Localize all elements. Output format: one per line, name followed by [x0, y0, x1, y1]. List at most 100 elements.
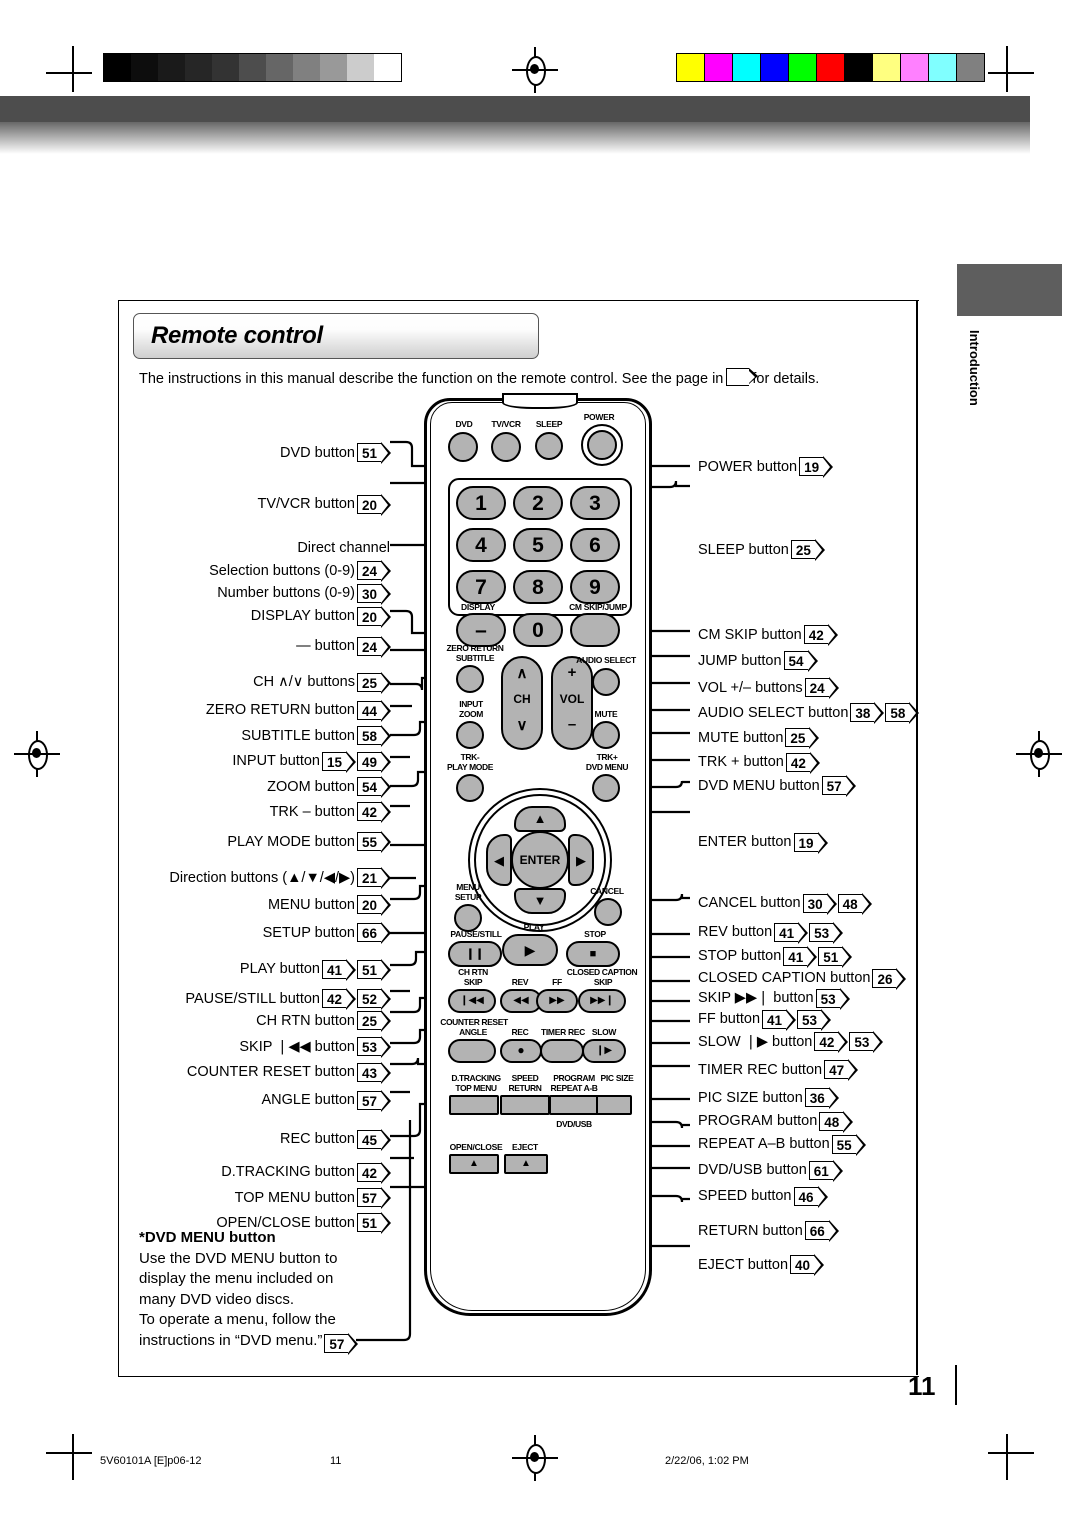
number-button-1[interactable]: 1: [456, 486, 506, 520]
power-button[interactable]: [587, 430, 617, 460]
page-ref-badge[interactable]: 15: [322, 750, 356, 773]
page-ref-badge[interactable]: 58: [885, 702, 920, 725]
audio-select-button[interactable]: [592, 668, 620, 696]
rec-button[interactable]: ●: [500, 1039, 542, 1063]
page-ref-badge[interactable]: 44: [357, 699, 391, 722]
page-ref-badge[interactable]: 19: [799, 456, 834, 479]
mute-button[interactable]: [592, 721, 620, 749]
page-ref-badge[interactable]: 45: [357, 1128, 391, 1151]
page-ref-badge[interactable]: 25: [357, 1010, 391, 1033]
page-ref-badge[interactable]: 42: [357, 1161, 391, 1184]
page-ref-badge[interactable]: 36: [804, 1087, 839, 1110]
page-ref-badge[interactable]: 41: [783, 945, 818, 968]
page-ref-badge[interactable]: 48: [837, 892, 872, 915]
d-tracking-top-menu-button[interactable]: [449, 1095, 499, 1115]
page-ref-badge[interactable]: 41: [762, 1008, 797, 1031]
page-ref-badge[interactable]: 57: [821, 775, 856, 798]
open-close-button[interactable]: ▲: [449, 1154, 499, 1174]
pic-size-button[interactable]: [596, 1095, 632, 1115]
page-ref-badge[interactable]: 41: [322, 958, 356, 981]
sleep-button[interactable]: [535, 432, 563, 460]
tv-vcr-button[interactable]: [491, 432, 521, 462]
page-ref-badge[interactable]: 53: [809, 921, 844, 944]
trk-plus-dvd-menu-button[interactable]: [592, 774, 620, 802]
counter-reset-angle-button[interactable]: [448, 1039, 496, 1063]
direction-down-button[interactable]: ▼: [514, 888, 566, 914]
ff-button[interactable]: ▶▶: [536, 989, 578, 1013]
direction-left-button[interactable]: ◀: [486, 834, 512, 886]
number-button-9[interactable]: 9: [570, 570, 620, 604]
page-ref-badge[interactable]: 25: [785, 727, 820, 750]
cm-skip-jump-button[interactable]: [570, 613, 620, 647]
number-button-8[interactable]: 8: [513, 570, 563, 604]
number-button-2[interactable]: 2: [513, 486, 563, 520]
page-ref-badge[interactable]: 51: [357, 958, 391, 981]
slow-button[interactable]: ❙▶: [582, 1039, 626, 1063]
number-button-6[interactable]: 6: [570, 528, 620, 562]
page-ref-badge[interactable]: 41: [774, 921, 809, 944]
display-minus-button[interactable]: –: [456, 613, 506, 647]
page-ref-badge[interactable]: 20: [357, 894, 391, 917]
skip-forward-button[interactable]: ▶▶❙: [578, 989, 626, 1013]
page-ref-badge[interactable]: 43: [357, 1061, 391, 1084]
page-ref-badge[interactable]: 48: [819, 1110, 854, 1133]
page-ref-badge[interactable]: 49: [357, 750, 391, 773]
page-ref-badge[interactable]: 20: [357, 493, 391, 516]
direction-up-button[interactable]: ▲: [514, 806, 566, 832]
page-ref-badge[interactable]: 53: [797, 1008, 832, 1031]
page-ref-badge[interactable]: 21: [357, 867, 391, 890]
page-ref-badge[interactable]: 66: [357, 922, 391, 945]
number-button-0[interactable]: 0: [513, 613, 563, 647]
program-repeat-ab-button[interactable]: [549, 1095, 599, 1115]
page-ref-badge[interactable]: 51: [357, 442, 391, 465]
input-zoom-button[interactable]: [456, 721, 484, 749]
page-ref-badge[interactable]: 40: [790, 1254, 825, 1277]
pause-still-button[interactable]: ❙❙: [448, 941, 502, 967]
page-ref-badge[interactable]: 30: [357, 582, 391, 605]
timer-rec-button[interactable]: [540, 1039, 584, 1063]
enter-button[interactable]: ENTER: [511, 831, 569, 889]
number-button-4[interactable]: 4: [456, 528, 506, 562]
page-ref-badge[interactable]: 46: [793, 1185, 828, 1208]
page-ref-badge[interactable]: 24: [804, 677, 839, 700]
page-ref-badge[interactable]: 55: [357, 831, 391, 854]
direction-right-button[interactable]: ▶: [568, 834, 594, 886]
page-ref-badge[interactable]: 61: [808, 1159, 843, 1182]
number-button-5[interactable]: 5: [513, 528, 563, 562]
page-ref-badge[interactable]: 25: [357, 671, 391, 694]
page-ref-badge[interactable]: 24: [357, 635, 391, 658]
page-ref-badge[interactable]: 38: [850, 702, 885, 725]
play-button[interactable]: ▶: [502, 934, 558, 966]
page-ref-badge[interactable]: 42: [803, 624, 838, 647]
number-button-7[interactable]: 7: [456, 570, 506, 604]
trk-minus-play-mode-button[interactable]: [456, 774, 484, 802]
page-ref-badge[interactable]: 42: [322, 988, 356, 1011]
dvd-button[interactable]: [448, 432, 478, 462]
page-ref-badge[interactable]: 53: [357, 1036, 391, 1059]
page-ref-badge[interactable]: 30: [802, 892, 837, 915]
page-ref-badge[interactable]: 54: [357, 776, 391, 799]
page-ref-badge[interactable]: 57: [357, 1187, 391, 1210]
page-ref-badge[interactable]: 52: [357, 988, 391, 1011]
page-ref-badge[interactable]: 57: [357, 1089, 391, 1112]
speed-return-button[interactable]: [500, 1095, 550, 1115]
cancel-button[interactable]: [594, 898, 622, 926]
skip-back-button[interactable]: ❙◀◀: [448, 989, 496, 1013]
page-ref-badge[interactable]: 57: [324, 1332, 359, 1355]
page-ref-badge[interactable]: 19: [793, 831, 828, 854]
page-ref-badge[interactable]: 51: [818, 945, 853, 968]
eject-button[interactable]: ▲: [504, 1154, 548, 1174]
menu-setup-button[interactable]: [454, 904, 482, 932]
page-ref-badge[interactable]: 53: [815, 987, 850, 1010]
page-ref-badge[interactable]: 47: [824, 1059, 859, 1082]
page-ref-badge[interactable]: 53: [849, 1031, 884, 1054]
page-ref-badge[interactable]: 54: [783, 650, 818, 673]
page-ref-badge[interactable]: 25: [790, 539, 825, 562]
page-ref-badge[interactable]: 55: [831, 1133, 866, 1156]
stop-button[interactable]: ■: [566, 941, 620, 967]
page-ref-badge[interactable]: 66: [804, 1220, 839, 1243]
page-ref-badge[interactable]: 26: [872, 967, 907, 990]
vol-up-down-button[interactable]: + VOL –: [551, 656, 593, 750]
zero-return-subtitle-button[interactable]: [456, 665, 484, 693]
number-button-3[interactable]: 3: [570, 486, 620, 520]
